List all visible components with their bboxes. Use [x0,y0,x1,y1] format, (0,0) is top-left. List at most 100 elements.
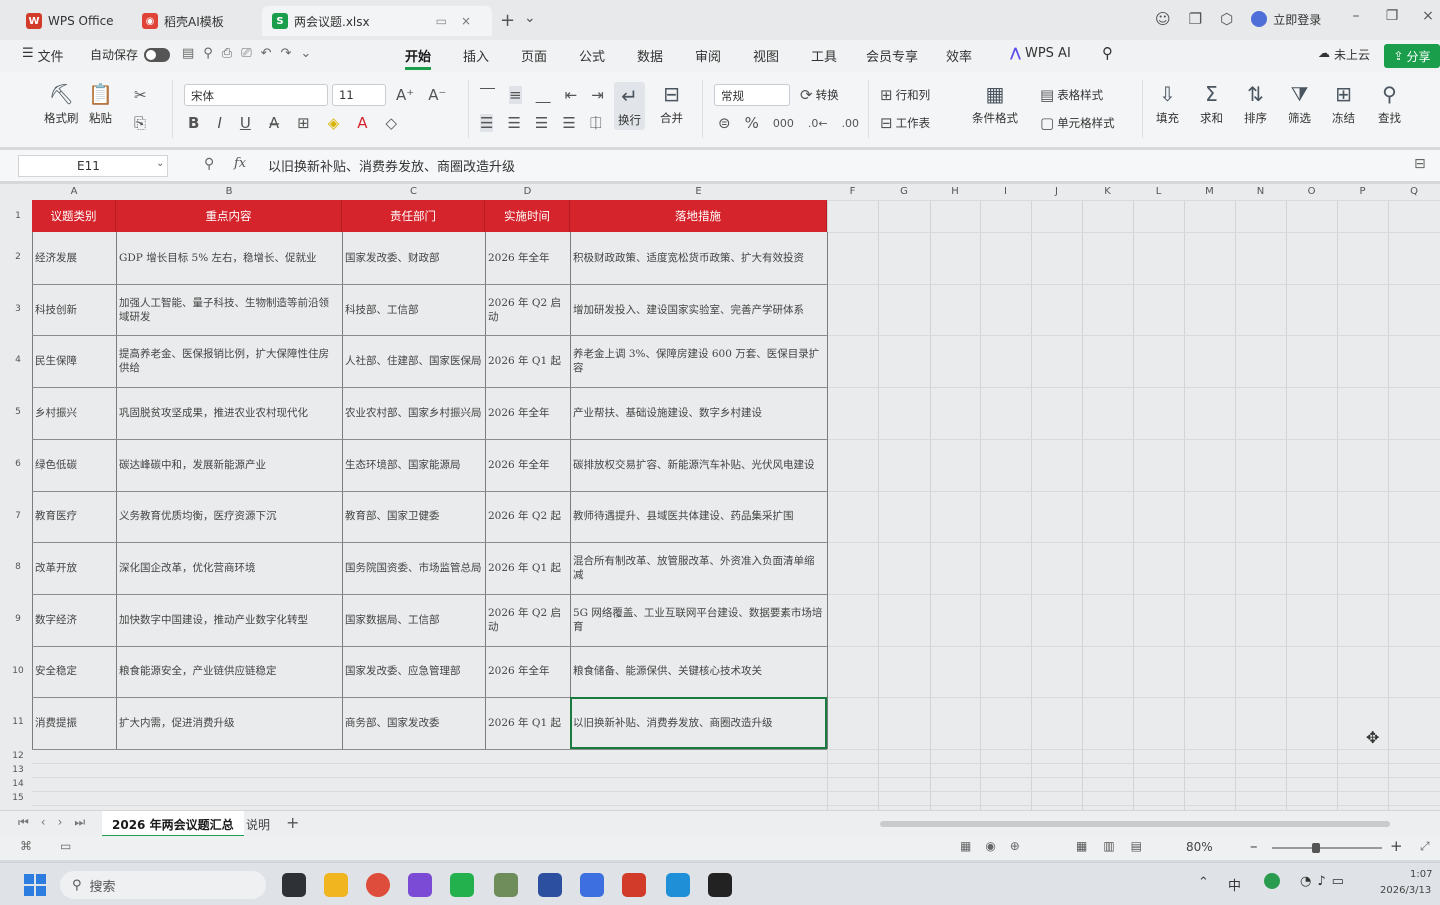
align-middle-icon[interactable]: ≡ [509,86,522,104]
clear-format-icon[interactable]: ◇ [386,114,398,132]
table-cell[interactable]: 混合所有制改革、放管服改革、外资准入负面清单缩减 [570,542,827,594]
column-header[interactable]: I [980,184,1031,200]
menu-insert[interactable]: 插入 [463,46,489,65]
align-right-icon[interactable]: ☰ [535,114,548,132]
table-cell[interactable]: 积极财政政策、适度宽松货币政策、扩大有效投资 [570,232,827,284]
freeze-button[interactable]: ⊞ 冻结 [1332,82,1355,126]
table-cell[interactable]: 加强人工智能、量子科技、生物制造等前沿领域研发 [116,284,342,336]
decrease-font-icon[interactable]: A⁻ [428,86,446,104]
row-header[interactable]: 14 [8,777,28,791]
row-header[interactable]: 4 [8,335,28,387]
wechat-icon[interactable] [450,873,474,897]
table-cell[interactable]: 2026 年全年 [485,439,570,491]
table-cell[interactable]: 扩大内需，促进消费升级 [116,697,342,749]
table-cell[interactable]: 产业帮扶、基础设施建设、数字乡村建设 [570,387,827,439]
decrease-decimal-icon[interactable]: .00 [842,117,860,130]
percent-icon[interactable]: % [745,114,759,132]
font-size-select[interactable]: 11 [332,84,386,106]
table-cell[interactable]: 义务教育优质均衡，医疗资源下沉 [116,491,342,543]
align-left-icon[interactable]: ☰ [480,114,494,132]
toggle-switch[interactable] [144,47,171,62]
italic-icon[interactable]: I [217,114,221,132]
tab-wps-office[interactable]: W WPS Office [16,6,124,36]
fill-button[interactable]: ⇩ 填充 [1156,82,1179,126]
menu-member[interactable]: 会员专享 [866,46,918,65]
column-header[interactable]: K [1082,184,1133,200]
row-header[interactable]: 15 [8,791,28,805]
row-header[interactable]: 3 [8,284,28,336]
table-cell[interactable]: GDP 增长目标 5% 左右，稳增长、促就业 [116,232,342,284]
close-window-icon[interactable]: × [1418,8,1438,24]
menu-home[interactable]: 开始 [405,46,432,70]
file-menu[interactable]: ☰ 文件 [22,46,64,65]
cell-selection[interactable] [570,697,827,749]
align-center-icon[interactable]: ☰ [507,114,520,132]
zoom-in-icon[interactable]: + [1390,837,1403,855]
tab-spreadsheet[interactable]: S 两会议题.xlsx ▭ × [262,6,492,36]
expand-formula-icon[interactable]: ⊟ [1414,156,1426,172]
column-header[interactable]: Q [1388,184,1440,200]
table-cell[interactable]: 农业农村部、国家乡村振兴局 [342,387,485,439]
minimize-icon[interactable]: – [1346,8,1366,24]
wrap-text-button[interactable]: ↵ 换行 [614,82,645,130]
font-color-icon[interactable]: A [357,114,367,132]
table-cell[interactable]: 粮食能源安全，产业链供应链稳定 [116,646,342,698]
convert-button[interactable]: ⟳ 转换 [800,86,839,104]
table-cell[interactable]: 加快数字中国建设，推动产业数字化转型 [116,594,342,646]
app-icon-2[interactable] [494,873,518,897]
table-cell[interactable]: 5G 网络覆盖、工业互联网平台建设、数据要素市场培育 [570,594,827,646]
table-cell[interactable]: 2026 年 Q2 起 [485,491,570,543]
table-cell[interactable]: 养老金上调 3%、保障房建设 600 万套、医保目录扩容 [570,335,827,387]
zoom-level[interactable]: 80% [1186,840,1213,854]
window-mode-icon[interactable]: ❐ [1189,10,1202,28]
spreadsheet-grid[interactable]: A B C D E F G H I J K L M N O P Q 1 2 3 4 5 6 7 8 9 10 11 12 13 14 15 议题… [0,184,1440,810]
table-cell[interactable]: 2026 年 Q2 启动 [485,594,570,646]
name-box-dropdown-icon[interactable]: ⌄ [156,158,164,169]
table-cell[interactable]: 教师待遇提升、县域医共体建设、药品集采扩围 [570,491,827,543]
menu-view[interactable]: 视图 [753,46,779,65]
tab-list-icon[interactable]: ⌄ [524,10,536,26]
table-cell[interactable]: 碳排放权交易扩容、新能源汽车补贴、光伏风电建设 [570,439,827,491]
name-box[interactable]: E11 [18,155,168,177]
terminal-icon[interactable] [708,873,732,897]
indent-increase-icon[interactable]: ⇥ [591,86,604,104]
formula-input[interactable]: 以旧换新补贴、消费券发放、商圈改造升级 [268,156,515,175]
row-header[interactable]: 9 [8,594,28,646]
justify-icon[interactable]: ☰ [562,114,575,132]
column-header[interactable]: P [1337,184,1388,200]
zoom-out-icon[interactable]: – [1250,837,1258,855]
cloud-status[interactable]: ☁ 未上云 [1318,46,1370,63]
row-header[interactable]: 2 [8,232,28,284]
feedback-icon[interactable]: ☺ [1155,10,1171,28]
table-cell[interactable]: 数字经济 [32,594,116,646]
table-cell[interactable]: 增加研发投入、建设国家实验室、完善产学研体系 [570,284,827,336]
increase-decimal-icon[interactable]: .0← [808,117,828,130]
wps-taskbar-icon[interactable] [622,873,646,897]
table-cell[interactable]: 2026 年 Q1 起 [485,335,570,387]
column-header[interactable]: C [342,184,485,200]
table-header-cell[interactable]: 议题类别 [32,200,116,232]
cut-button[interactable]: ✂ [134,86,147,104]
table-cell[interactable]: 科技部、工信部 [342,284,485,336]
table-header-cell[interactable]: 重点内容 [116,200,342,232]
column-header[interactable]: G [878,184,930,200]
fx-icon[interactable]: fx [234,156,246,171]
sort-button[interactable]: ⇅ 排序 [1244,82,1267,126]
table-cell[interactable]: 生态环境部、国家能源局 [342,439,485,491]
bold-icon[interactable]: B [188,114,199,132]
chrome-icon[interactable] [366,873,390,897]
find-button[interactable]: ⚲ 查找 [1378,82,1401,126]
column-header[interactable]: D [485,184,570,200]
table-cell[interactable]: 商务部、国家发改委 [342,697,485,749]
distributed-icon[interactable]: ⎅ [590,114,602,132]
filter-button[interactable]: ⧩ 筛选 [1288,82,1311,126]
table-header-cell[interactable]: 落地措施 [570,200,827,232]
windows-start-icon[interactable] [24,874,46,896]
copy-button[interactable]: ⎘ [134,114,146,132]
column-header[interactable]: L [1133,184,1184,200]
tray-status-icons[interactable]: ◔♪▭ [1300,874,1350,889]
restore-icon[interactable]: ❐ [1382,8,1402,24]
row-header[interactable]: 6 [8,439,28,491]
table-cell[interactable]: 民生保障 [32,335,116,387]
table-cell[interactable]: 科技创新 [32,284,116,336]
